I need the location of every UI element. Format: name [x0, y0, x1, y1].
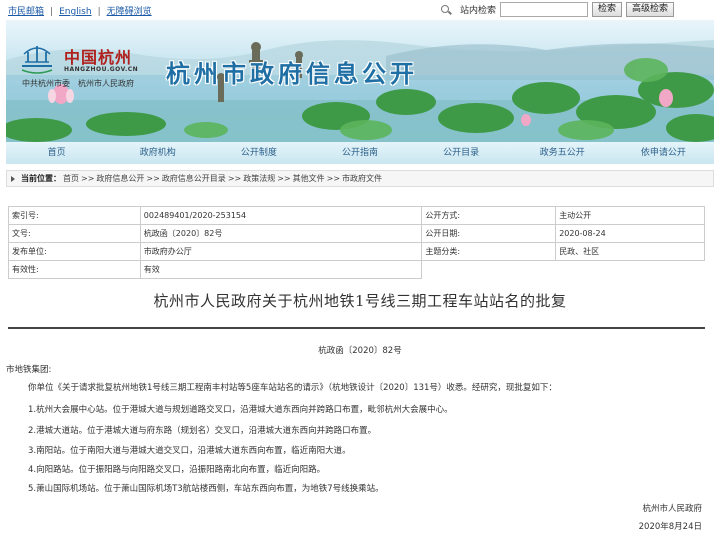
nav-apply-disclosure[interactable]: 依申请公开	[613, 142, 714, 164]
disclosure-date-value: 2020-08-24	[555, 224, 705, 243]
nav-home[interactable]: 首页	[6, 142, 107, 164]
banner-title: 杭州市政府信息公开	[166, 59, 418, 88]
validity-label: 有效性:	[8, 260, 141, 279]
header-banner: 中国杭州 HANGZHOU.GOV.CN 中共杭州市委 杭州市人民政府 杭州市政府…	[6, 20, 714, 142]
english-link[interactable]: English	[59, 7, 92, 17]
nav-disclosure-system[interactable]: 公开制度	[208, 142, 309, 164]
logo-sub-party: 中共杭州市委	[22, 79, 70, 88]
nav-disclosure-guide[interactable]: 公开指南	[309, 142, 410, 164]
disclosure-mode-value: 主动公开	[555, 206, 705, 225]
search-icon	[440, 4, 452, 16]
search-button[interactable]: 检索	[592, 2, 623, 17]
site-logo[interactable]: 中国杭州 HANGZHOU.GOV.CN 中共杭州市委 杭州市人民政府	[20, 42, 160, 92]
addressee: 市地铁集团:	[6, 365, 52, 375]
body-paragraph: 2.港城大道站。位于港城大道与府东路（规划名）交叉口，沿港城大道东西向并跨路口布…	[28, 426, 377, 436]
topic-label: 主题分类:	[421, 242, 557, 261]
empty-cell	[421, 260, 705, 279]
table-row: 文号: 杭政函〔2020〕82号 公开日期: 2020-08-24	[8, 224, 705, 243]
publisher-label: 发布单位:	[8, 242, 141, 261]
logo-text: 中国杭州	[64, 48, 133, 67]
table-row: 索引号: 002489401/2020-253154 公开方式: 主动公开	[8, 206, 705, 225]
document-metadata-table: 索引号: 002489401/2020-253154 公开方式: 主动公开 文号…	[8, 206, 705, 279]
breadcrumb-city-gov-docs[interactable]: 市政府文件	[342, 173, 382, 184]
site-search: 站内检索 检索 高级检索	[440, 2, 675, 17]
search-input[interactable]	[500, 2, 589, 17]
index-number-value: 002489401/2020-253154	[139, 206, 423, 225]
breadcrumb-info-disclosure[interactable]: 政府信息公开	[96, 173, 144, 184]
document-number: 杭政函〔2020〕82号	[318, 346, 402, 356]
advanced-search-button[interactable]: 高级检索	[626, 2, 675, 17]
publisher-value: 市政府办公厅	[139, 242, 423, 261]
title-divider	[8, 327, 705, 329]
top-links: 市民邮箱 | English | 无障碍浏览	[8, 7, 152, 17]
disclosure-date-label: 公开日期:	[421, 224, 557, 243]
top-bar: 市民邮箱 | English | 无障碍浏览 站内检索 检索 高级检索	[0, 0, 720, 20]
breadcrumb: 当前位置： 首页 >> 政府信息公开 >> 政府信息公开目录 >> 政策法规 >> 其他…	[6, 170, 714, 187]
main-nav: 首页 政府机构 公开制度 公开指南 公开目录 政务五公开 依申请公开	[6, 142, 714, 164]
body-paragraph: 1.杭州大会展中心站。位于港城大道与规划道路交叉口，沿港城大道东西向并跨路口布置…	[28, 405, 453, 415]
body-paragraph: 4.向阳路站。位于振阳路与向阳路交叉口，沿振阳路南北向布置，临近向阳路。	[28, 465, 326, 475]
document-title: 杭州市人民政府关于杭州地铁1号线三期工程车站站名的批复	[153, 292, 567, 310]
accessibility-link[interactable]: 无障碍浏览	[107, 7, 152, 17]
logo-sub-government: 杭州市人民政府	[78, 79, 134, 88]
signature-date: 2020年8月24日	[638, 522, 702, 532]
document-number-value: 杭政函〔2020〕82号	[139, 224, 423, 243]
city-emblem-icon	[21, 46, 53, 74]
nav-disclosure-catalog[interactable]: 公开目录	[411, 142, 512, 164]
table-row: 发布单位: 市政府办公厅 主题分类: 民政、社区	[8, 242, 705, 261]
breadcrumb-arrow-icon	[11, 175, 15, 182]
breadcrumb-other-docs[interactable]: 其他文件	[293, 173, 325, 184]
document-number-label: 文号:	[8, 224, 141, 243]
disclosure-mode-label: 公开方式:	[421, 206, 557, 225]
index-number-label: 索引号:	[8, 206, 141, 225]
breadcrumb-home[interactable]: 首页	[63, 173, 79, 184]
body-paragraph: 3.南阳站。位于南阳大道与港城大道交叉口，沿港城大道东西向布置，临近南阳大道。	[28, 446, 351, 456]
signature-organization: 杭州市人民政府	[642, 504, 702, 514]
body-paragraph: 5.萧山国际机场站。位于萧山国际机场T3航站楼西侧，车站东西向布置，为地铁7号线…	[28, 484, 384, 494]
topic-value: 民政、社区	[555, 242, 705, 261]
body-paragraph: 你单位《关于请求批复杭州地铁1号线三期工程南丰村站等5座车站站名的请示》（杭地铁…	[28, 383, 557, 393]
nav-five-disclosures[interactable]: 政务五公开	[512, 142, 613, 164]
logo-domain: HANGZHOU.GOV.CN	[64, 66, 139, 73]
nav-government-agencies[interactable]: 政府机构	[107, 142, 208, 164]
breadcrumb-disclosure-catalog[interactable]: 政府信息公开目录	[162, 173, 226, 184]
validity-value: 有效	[139, 260, 423, 279]
mailbox-link[interactable]: 市民邮箱	[8, 7, 44, 17]
logo-subtitle: 中共杭州市委 杭州市人民政府	[22, 78, 142, 89]
breadcrumb-label: 当前位置：	[21, 174, 61, 183]
table-row: 有效性: 有效	[8, 260, 705, 279]
search-label: 站内检索	[460, 6, 497, 16]
breadcrumb-regulations[interactable]: 政策法规	[243, 173, 275, 184]
